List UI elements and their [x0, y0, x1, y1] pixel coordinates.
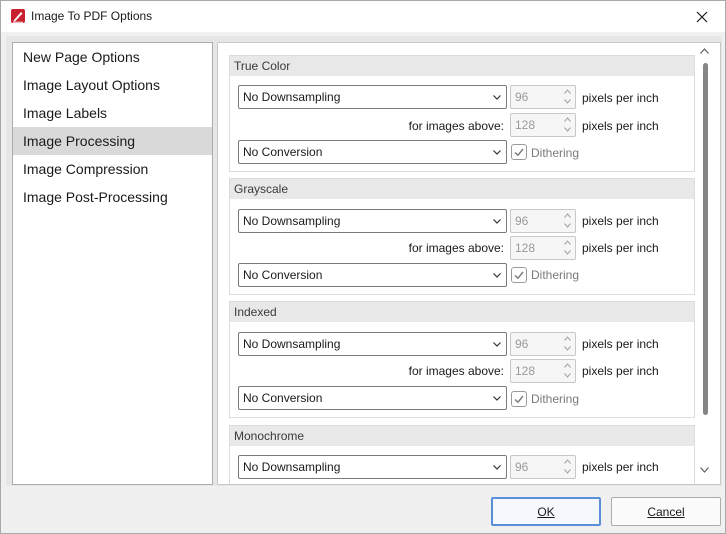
chevron-down-icon: [493, 342, 501, 347]
ok-button[interactable]: OK: [491, 497, 601, 526]
chevron-up-icon[interactable]: [564, 240, 571, 245]
conversion-select-true-color[interactable]: No Conversion: [238, 140, 507, 164]
threshold-value: 128: [515, 118, 536, 132]
downsampling-select-grayscale[interactable]: No Downsampling: [238, 209, 507, 233]
chevron-down-icon: [493, 396, 501, 401]
group-header: Grayscale: [230, 179, 694, 199]
sidebar-item-new-page-options[interactable]: New Page Options: [13, 43, 212, 71]
chevron-down-icon: [493, 219, 501, 224]
dpi-value: 96: [515, 460, 529, 474]
dithering-label: Dithering: [531, 146, 580, 160]
conversion-value: No Conversion: [243, 145, 323, 159]
threshold-label: for images above:: [408, 119, 504, 133]
dithering-checkbox-grayscale[interactable]: [511, 267, 527, 283]
chevron-down-icon: [493, 150, 501, 155]
dithering-label: Dithering: [531, 392, 580, 406]
threshold-value: 128: [515, 241, 536, 255]
window-title: Image To PDF Options: [31, 9, 153, 23]
sidebar-item-image-processing[interactable]: Image Processing: [13, 127, 212, 155]
close-icon: [696, 11, 708, 22]
threshold-unit-label: pixels per inch: [582, 364, 659, 378]
downsampling-select-indexed[interactable]: No Downsampling: [238, 332, 507, 356]
chevron-down-icon[interactable]: [564, 99, 571, 104]
chevron-up-icon[interactable]: [564, 459, 571, 464]
group-title: Grayscale: [234, 182, 289, 196]
chevron-up-icon[interactable]: [564, 117, 571, 122]
check-icon: [514, 148, 524, 157]
scroll-up-icon[interactable]: [700, 48, 709, 54]
check-icon: [514, 271, 524, 280]
close-button[interactable]: [679, 1, 725, 32]
downsampling-select-monochrome[interactable]: No Downsampling: [238, 455, 507, 479]
group-header: Monochrome: [230, 426, 694, 446]
downsampling-select-true-color[interactable]: No Downsampling: [238, 85, 507, 109]
dithering-checkbox-true-color[interactable]: [511, 144, 527, 160]
threshold-label: for images above:: [408, 241, 504, 255]
chevron-down-icon: [493, 95, 501, 100]
conversion-value: No Conversion: [243, 391, 323, 405]
downsampling-value: No Downsampling: [243, 90, 341, 104]
dpi-unit-label: pixels per inch: [582, 91, 659, 105]
dpi-unit-label: pixels per inch: [582, 460, 659, 474]
downsampling-value: No Downsampling: [243, 214, 341, 228]
chevron-down-icon[interactable]: [564, 469, 571, 474]
pdf-pen-icon: [10, 8, 26, 24]
group-title: True Color: [234, 59, 291, 73]
chevron-up-icon[interactable]: [564, 213, 571, 218]
threshold-spinner-grayscale[interactable]: 128: [510, 236, 576, 260]
dithering-checkbox-indexed[interactable]: [511, 391, 527, 407]
dpi-unit-label: pixels per inch: [582, 214, 659, 228]
chevron-up-icon[interactable]: [564, 336, 571, 341]
chevron-down-icon: [493, 465, 501, 470]
chevron-down-icon[interactable]: [564, 223, 571, 228]
threshold-value: 128: [515, 364, 536, 378]
threshold-spinner-indexed[interactable]: 128: [510, 359, 576, 383]
sidebar-item-image-compression[interactable]: Image Compression: [13, 155, 212, 183]
chevron-down-icon: [493, 273, 501, 278]
conversion-select-grayscale[interactable]: No Conversion: [238, 263, 507, 287]
sidebar-item-image-layout-options[interactable]: Image Layout Options: [13, 71, 212, 99]
dialog-window: Image To PDF Options New Page Options Im…: [0, 0, 726, 534]
cancel-button[interactable]: Cancel: [611, 497, 721, 526]
chevron-down-icon[interactable]: [564, 346, 571, 351]
dpi-spinner-grayscale[interactable]: 96: [510, 209, 576, 233]
chevron-up-icon[interactable]: [564, 363, 571, 368]
chevron-down-icon[interactable]: [564, 127, 571, 132]
conversion-value: No Conversion: [243, 268, 323, 282]
chevron-down-icon[interactable]: [564, 373, 571, 378]
dpi-spinner-true-color[interactable]: 96: [510, 85, 576, 109]
scrollbar-thumb[interactable]: [703, 63, 708, 415]
title-bar[interactable]: Image To PDF Options: [1, 1, 725, 32]
threshold-label: for images above:: [408, 364, 504, 378]
dpi-spinner-monochrome[interactable]: 96: [510, 455, 576, 479]
threshold-unit-label: pixels per inch: [582, 241, 659, 255]
dpi-spinner-indexed[interactable]: 96: [510, 332, 576, 356]
group-title: Indexed: [234, 305, 277, 319]
dithering-label: Dithering: [531, 268, 580, 282]
threshold-unit-label: pixels per inch: [582, 119, 659, 133]
threshold-spinner-true-color[interactable]: 128: [510, 113, 576, 137]
downsampling-value: No Downsampling: [243, 460, 341, 474]
scroll-down-icon[interactable]: [700, 467, 709, 473]
sidebar-item-image-labels[interactable]: Image Labels: [13, 99, 212, 127]
dpi-value: 96: [515, 90, 529, 104]
dpi-unit-label: pixels per inch: [582, 337, 659, 351]
sidebar-item-image-post-processing[interactable]: Image Post-Processing: [13, 183, 212, 211]
check-icon: [514, 395, 524, 404]
dpi-value: 96: [515, 214, 529, 228]
group-header: Indexed: [230, 302, 694, 322]
dpi-value: 96: [515, 337, 529, 351]
conversion-select-indexed[interactable]: No Conversion: [238, 386, 507, 410]
group-header: True Color: [230, 56, 694, 76]
group-title: Monochrome: [234, 429, 305, 443]
downsampling-value: No Downsampling: [243, 337, 341, 351]
category-list[interactable]: New Page Options Image Layout Options Im…: [12, 42, 213, 485]
chevron-down-icon[interactable]: [564, 250, 571, 255]
chevron-up-icon[interactable]: [564, 89, 571, 94]
